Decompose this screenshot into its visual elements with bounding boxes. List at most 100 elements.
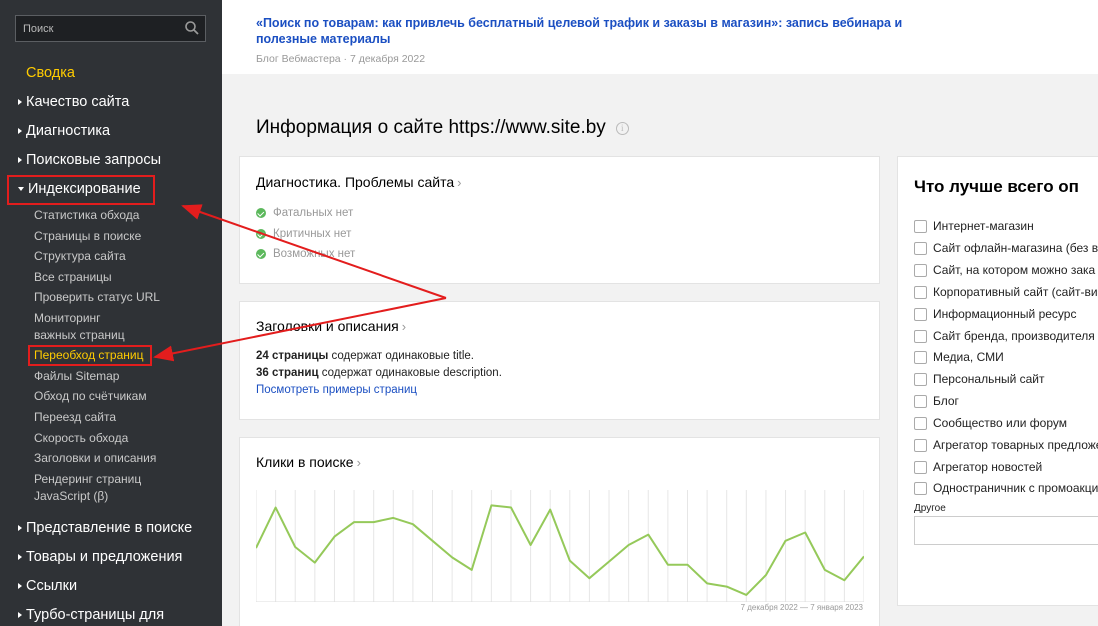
expand-arrow-icon xyxy=(18,554,22,560)
sidebar-item-turbo[interactable]: Турбо-страницы для xyxy=(18,607,164,623)
checkbox[interactable] xyxy=(914,394,927,408)
sidebar-item-products[interactable]: Товары и предложения xyxy=(18,549,182,565)
news-meta: Блог Вебмастера · 7 декабря 2022 xyxy=(256,53,426,65)
other-input[interactable] xyxy=(914,516,1098,545)
checkbox[interactable] xyxy=(914,460,927,474)
survey-option[interactable]: Агрегатор новостей xyxy=(914,460,1042,474)
diagnostics-title-link[interactable]: Диагностика. Проблемы сайта › xyxy=(256,174,462,190)
view-examples-link[interactable]: Посмотреть примеры страниц xyxy=(256,384,417,396)
sidebar-item-label: Поисковые запросы xyxy=(26,152,161,168)
sidebar-item-search-queries[interactable]: Поисковые запросы xyxy=(18,152,161,168)
clicks-title-link[interactable]: Клики в поиске › xyxy=(256,454,361,470)
survey-option[interactable]: Агрегатор товарных предложе xyxy=(914,438,1098,452)
sidebar-subitem-sitemap[interactable]: Файлы Sitemap xyxy=(34,368,119,385)
survey-title: Что лучше всего оп xyxy=(914,177,1079,196)
search-box xyxy=(15,15,206,42)
checkbox[interactable] xyxy=(914,219,927,233)
sidebar-subitem-crawl-stats[interactable]: Статистика обхода xyxy=(34,207,139,224)
sidebar-item-diagnostics[interactable]: Диагностика xyxy=(18,123,110,139)
card-title: Диагностика. Проблемы сайта xyxy=(256,174,455,190)
survey-option-label: Персональный сайт xyxy=(933,372,1045,386)
sidebar-subitem-site-move[interactable]: Переезд сайта xyxy=(34,409,116,426)
checkbox[interactable] xyxy=(914,438,927,452)
expand-arrow-icon xyxy=(18,128,22,134)
sidebar-subitem-rendering-2[interactable]: JavaScript (β) xyxy=(34,488,108,505)
checkbox[interactable] xyxy=(914,372,927,386)
clicks-chart xyxy=(256,490,864,602)
survey-option-label: Медиа, СМИ xyxy=(933,350,1004,364)
sidebar-subitem-monitoring[interactable]: Мониторинг xyxy=(34,310,101,327)
sidebar-subitem-all-pages[interactable]: Все страницы xyxy=(34,269,112,286)
checkbox[interactable] xyxy=(914,241,927,255)
search-input[interactable] xyxy=(16,16,181,41)
expand-arrow-icon xyxy=(18,583,22,589)
checkbox[interactable] xyxy=(914,263,927,277)
sidebar-item-label: Диагностика xyxy=(26,123,111,139)
chevron-right-icon: › xyxy=(457,175,462,190)
status-row: Критичных нет xyxy=(256,228,351,240)
card-title: Клики в поиске xyxy=(256,454,354,470)
survey-option[interactable]: Сайт бренда, производителя xyxy=(914,329,1095,343)
news-title-link[interactable]: «Поиск по товарам: как привлечь бесплатн… xyxy=(256,15,916,47)
status-row: Возможных нет xyxy=(256,248,355,260)
sidebar-item-site-quality[interactable]: Качество сайта xyxy=(18,94,129,110)
survey-panel: Что лучше всего оп Интернет-магазин Сайт … xyxy=(897,156,1098,606)
survey-option[interactable]: Сообщество или форум xyxy=(914,416,1067,430)
survey-option-label: Сайт офлайн-магазина (без в xyxy=(933,241,1098,255)
chevron-right-icon: › xyxy=(356,455,361,470)
duplicate-title-line: 24 страницы содержат одинаковые title. xyxy=(256,350,474,362)
sidebar-subitem-pages-in-search[interactable]: Страницы в поиске xyxy=(34,228,141,245)
info-icon[interactable]: i xyxy=(615,121,629,135)
survey-option[interactable]: Медиа, СМИ xyxy=(914,350,1004,364)
survey-option-label: Корпоративный сайт (сайт-ви xyxy=(933,285,1098,299)
other-label: Другое xyxy=(914,503,946,514)
checkbox[interactable] xyxy=(914,481,927,495)
survey-option[interactable]: Сайт, на котором можно зака xyxy=(914,263,1095,277)
sidebar-subitem-counters[interactable]: Обход по счётчикам xyxy=(34,388,147,405)
titles-card: Заголовки и описания › 24 страницы содерж… xyxy=(239,301,880,420)
survey-option[interactable]: Блог xyxy=(914,394,959,408)
survey-option[interactable]: Интернет-магазин xyxy=(914,219,1034,233)
sidebar-item-summary[interactable]: Сводка xyxy=(26,65,75,81)
search-icon[interactable] xyxy=(184,20,200,36)
survey-option-label: Одностраничник с промоакци xyxy=(933,481,1098,495)
sidebar-subitem-crawl-speed[interactable]: Скорость обхода xyxy=(34,430,128,447)
sidebar-item-search-appearance[interactable]: Представление в поиске xyxy=(18,520,192,536)
sidebar-subitem-site-structure[interactable]: Структура сайта xyxy=(34,248,126,265)
survey-option-label: Блог xyxy=(933,394,959,408)
survey-option-label: Агрегатор новостей xyxy=(933,460,1043,474)
sidebar-item-label: Турбо-страницы для xyxy=(26,607,165,623)
checkbox[interactable] xyxy=(914,350,927,364)
check-icon xyxy=(256,229,266,239)
survey-option-label: Сайт, на котором можно зака xyxy=(933,263,1096,277)
expand-arrow-icon xyxy=(18,612,22,618)
status-text: Фатальных нет xyxy=(273,207,354,219)
sidebar-subitem-monitoring-2[interactable]: важных страниц xyxy=(34,327,125,344)
clicks-series-line xyxy=(256,504,864,596)
highlight-box-recrawl xyxy=(28,345,152,366)
survey-option[interactable]: Корпоративный сайт (сайт-ви xyxy=(914,285,1098,299)
sidebar-subitem-titles[interactable]: Заголовки и описания xyxy=(34,450,156,467)
survey-option[interactable]: Информационный ресурс xyxy=(914,307,1076,321)
sidebar-item-links[interactable]: Ссылки xyxy=(18,578,77,594)
diagnostics-card: Диагностика. Проблемы сайта › Фатальных н… xyxy=(239,156,880,284)
survey-option[interactable]: Сайт офлайн-магазина (без в xyxy=(914,241,1098,255)
survey-option-label: Сообщество или форум xyxy=(933,416,1067,430)
highlight-box-indexing xyxy=(7,175,155,205)
checkbox[interactable] xyxy=(914,307,927,321)
sidebar-subitem-check-url[interactable]: Проверить статус URL xyxy=(34,289,160,306)
status-text: Критичных нет xyxy=(273,228,352,240)
titles-title-link[interactable]: Заголовки и описания › xyxy=(256,318,406,334)
page-title-text: Информация о сайте https://www.site.by xyxy=(256,117,606,138)
survey-option[interactable]: Персональный сайт xyxy=(914,372,1045,386)
checkbox[interactable] xyxy=(914,416,927,430)
survey-option[interactable]: Одностраничник с промоакци xyxy=(914,481,1098,495)
sidebar-subitem-rendering[interactable]: Рендеринг страниц xyxy=(34,471,141,488)
news-banner: «Поиск по товарам: как привлечь бесплатн… xyxy=(222,0,1098,74)
expand-arrow-icon xyxy=(18,525,22,531)
expand-arrow-icon xyxy=(18,157,22,163)
page-title: Информация о сайте https://www.site.by i xyxy=(256,117,629,139)
chart-date-range: 7 декабря 2022 — 7 января 2023 xyxy=(740,603,863,612)
checkbox[interactable] xyxy=(914,329,927,343)
checkbox[interactable] xyxy=(914,285,927,299)
